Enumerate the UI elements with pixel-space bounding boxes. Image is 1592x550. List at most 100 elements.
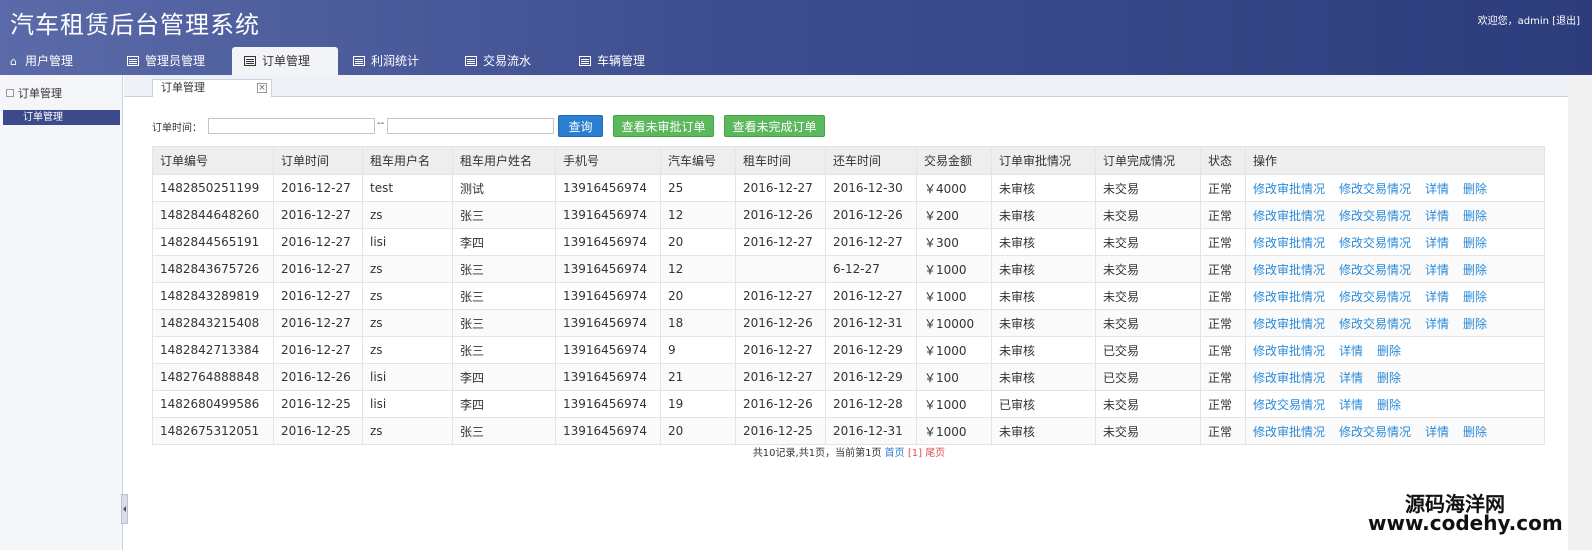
table-cell: 19: [660, 390, 736, 418]
table-cell: 未审核: [991, 228, 1096, 256]
action-link[interactable]: 修改交易情况: [1253, 398, 1325, 412]
action-link[interactable]: 详情: [1425, 236, 1449, 250]
welcome-text[interactable]: 欢迎您，admin [退出]: [1478, 12, 1580, 27]
end-date-input[interactable]: [387, 118, 554, 134]
action-link[interactable]: 修改交易情况: [1339, 317, 1411, 331]
action-link[interactable]: 删除: [1463, 182, 1487, 196]
table-cell: 正常: [1200, 417, 1246, 445]
action-link[interactable]: 详情: [1425, 182, 1449, 196]
action-link[interactable]: 修改交易情况: [1339, 236, 1411, 250]
actions-cell: 修改审批情况 修改交易情况 详情 删除: [1245, 174, 1545, 202]
action-link[interactable]: 修改交易情况: [1339, 425, 1411, 439]
table-cell: 1482844648260: [152, 201, 274, 229]
action-link[interactable]: 详情: [1425, 209, 1449, 223]
column-header: 订单审批情况: [991, 146, 1096, 175]
action-link[interactable]: 修改交易情况: [1339, 290, 1411, 304]
action-link[interactable]: 详情: [1339, 371, 1363, 385]
action-link[interactable]: 修改审批情况: [1253, 182, 1325, 196]
action-link[interactable]: 删除: [1463, 290, 1487, 304]
actions-cell: 修改审批情况 修改交易情况 详情 删除: [1245, 255, 1545, 283]
actions-cell: 修改审批情况 详情 删除: [1245, 336, 1545, 364]
table-cell: 2016-12-27: [273, 228, 363, 256]
action-link[interactable]: 删除: [1377, 344, 1401, 358]
action-link[interactable]: 修改交易情况: [1339, 182, 1411, 196]
action-link[interactable]: 删除: [1463, 425, 1487, 439]
table-cell: 2016-12-27: [735, 363, 826, 391]
action-link[interactable]: 详情: [1425, 425, 1449, 439]
actions-cell: 修改审批情况 修改交易情况 详情 删除: [1245, 201, 1545, 229]
table-cell: 未审核: [991, 336, 1096, 364]
action-link[interactable]: 修改审批情况: [1253, 371, 1325, 385]
table-row: 1482764888848 2016-12-26 lisi 李四 13916456974…: [152, 363, 1545, 391]
table-cell: 20: [660, 228, 736, 256]
action-link[interactable]: 修改交易情况: [1339, 209, 1411, 223]
tab-profit-stats[interactable]: 利润统计: [353, 47, 419, 75]
table-cell: 2016-12-28: [825, 390, 917, 418]
action-link[interactable]: 删除: [1463, 263, 1487, 277]
action-link[interactable]: 删除: [1463, 317, 1487, 331]
tab-transactions[interactable]: 交易流水: [465, 47, 531, 75]
table-cell: 1482675312051: [152, 417, 274, 445]
page-scrollbar[interactable]: [1568, 75, 1592, 550]
table-cell: 2016-12-26: [735, 201, 826, 229]
table-cell: 张三: [452, 255, 556, 283]
tab-admin-management[interactable]: 管理员管理: [127, 47, 205, 75]
action-link[interactable]: 详情: [1425, 263, 1449, 277]
view-unapproved-button[interactable]: 查看未审批订单: [613, 115, 714, 137]
action-link[interactable]: 修改审批情况: [1253, 263, 1325, 277]
table-row: 1482843675726 2016-12-27 zs 张三 13916456974 12…: [152, 255, 1545, 283]
table-cell: 13916456974: [555, 228, 661, 256]
action-link[interactable]: 修改审批情况: [1253, 317, 1325, 331]
action-link[interactable]: 详情: [1339, 398, 1363, 412]
action-link[interactable]: 修改审批情况: [1253, 344, 1325, 358]
action-link[interactable]: 修改审批情况: [1253, 425, 1325, 439]
table-cell: zs: [362, 255, 453, 283]
table-cell: 已交易: [1095, 363, 1201, 391]
table-cell: 13916456974: [555, 309, 661, 337]
table-cell: ￥100: [916, 363, 992, 391]
table-cell: 2016-12-25: [273, 390, 363, 418]
action-link[interactable]: 删除: [1377, 371, 1401, 385]
action-link[interactable]: 修改审批情况: [1253, 236, 1325, 250]
table-cell: 正常: [1200, 309, 1246, 337]
action-link[interactable]: 详情: [1425, 317, 1449, 331]
action-link[interactable]: 删除: [1463, 209, 1487, 223]
action-link[interactable]: 详情: [1339, 344, 1363, 358]
action-link[interactable]: 修改交易情况: [1339, 263, 1411, 277]
view-unfinished-button[interactable]: 查看未完成订单: [724, 115, 825, 137]
action-link[interactable]: 修改审批情况: [1253, 209, 1325, 223]
table-cell: 正常: [1200, 282, 1246, 310]
table-cell: zs: [362, 201, 453, 229]
close-icon[interactable]: ×: [257, 83, 267, 93]
sidebar-title[interactable]: 订单管理: [6, 85, 62, 101]
action-link[interactable]: 修改审批情况: [1253, 290, 1325, 304]
start-date-input[interactable]: [208, 118, 375, 134]
table-header-row: 订单编号 订单时间 租车用户名 租车用户姓名 手机号 汽车编号 租车时间 还车时间 交易金额 订单…: [152, 146, 1545, 175]
tab-vehicle-management[interactable]: 车辆管理: [579, 47, 645, 75]
table-cell: 2016-12-27: [273, 255, 363, 283]
last-page-link[interactable]: 尾页: [925, 448, 945, 459]
list-icon: [244, 56, 256, 66]
first-page-link[interactable]: 首页: [885, 448, 905, 459]
query-button[interactable]: 查询: [558, 115, 603, 137]
home-icon: ⌂: [10, 55, 17, 68]
tab-user-management[interactable]: ⌂ 用户管理: [10, 47, 73, 75]
table-row: 1482680499586 2016-12-25 lisi 李四 13916456974…: [152, 390, 1545, 418]
table-row: 1482843215408 2016-12-27 zs 张三 13916456974 18…: [152, 309, 1545, 337]
sidebar-item-order-management[interactable]: 订单管理: [3, 110, 120, 125]
column-header: 订单时间: [273, 146, 363, 175]
action-link[interactable]: 删除: [1377, 398, 1401, 412]
table-cell: ￥1000: [916, 282, 992, 310]
content-tab-order-management[interactable]: 订单管理 ×: [152, 79, 272, 97]
current-page[interactable]: [1]: [908, 448, 922, 459]
action-link[interactable]: 删除: [1463, 236, 1487, 250]
sidebar-collapse-handle[interactable]: [121, 494, 128, 524]
tab-order-management[interactable]: 订单管理: [232, 47, 338, 75]
actions-cell: 修改交易情况 详情 删除: [1245, 390, 1545, 418]
table-cell: ￥1000: [916, 336, 992, 364]
table-cell: ￥300: [916, 228, 992, 256]
table-cell: 正常: [1200, 390, 1246, 418]
table-cell: zs: [362, 282, 453, 310]
action-link[interactable]: 详情: [1425, 290, 1449, 304]
table-cell: 1482843675726: [152, 255, 274, 283]
